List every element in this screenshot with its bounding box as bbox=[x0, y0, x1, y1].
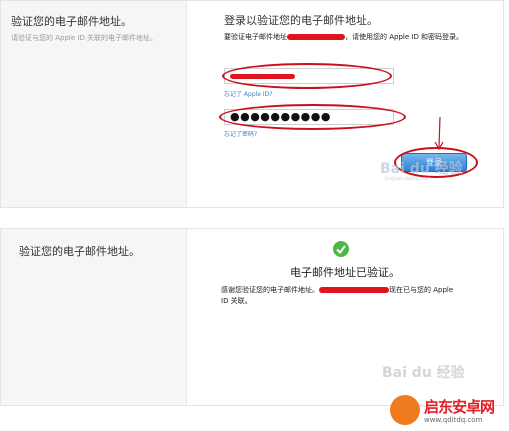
signin-description: 要验证电子邮件地址 ，请使用您的 Apple ID 和密码登录。 bbox=[224, 32, 469, 42]
logo-url: www.qditdq.com bbox=[424, 416, 483, 424]
verified-title: 电子邮件地址已验证。 bbox=[290, 266, 400, 279]
signin-sidebar: 验证您的电子邮件地址。 请验证与您的 Apple ID 关联的电子邮件地址。 bbox=[1, 1, 187, 207]
baidu-watermark: Bai du 经验 bbox=[380, 161, 463, 177]
verified-message: 感谢您验证您的电子邮件地址。 现在已与您的 Apple ID 关联。 bbox=[221, 285, 461, 307]
sidebar-subtitle: 请验证与您的 Apple ID 关联的电子邮件地址。 bbox=[11, 34, 158, 42]
baidu-watermark: Bai du 经验 bbox=[382, 365, 465, 381]
forgot-password-link[interactable]: 忘记了密码? bbox=[224, 129, 257, 138]
desc-text-start: 要验证电子邮件地址 bbox=[224, 33, 287, 41]
arrow-down-icon bbox=[434, 116, 444, 151]
check-circle-icon bbox=[333, 241, 349, 257]
baidu-watermark-url: jingyan.baidu.com bbox=[385, 176, 432, 182]
annotation-circle-password bbox=[219, 104, 406, 130]
redacted-email bbox=[319, 287, 389, 293]
annotation-circle-apple-id bbox=[222, 63, 392, 89]
logo-name: 启东安卓网 bbox=[424, 398, 495, 416]
site-logo: 启东安卓网 www.qditdq.com bbox=[390, 393, 509, 429]
signin-title: 登录以验证您的电子邮件地址。 bbox=[224, 14, 378, 27]
verified-sidebar: 验证您的电子邮件地址。 bbox=[1, 229, 187, 405]
desc-text-end: ，请使用您的 Apple ID 和密码登录。 bbox=[345, 33, 464, 41]
sidebar-title: 验证您的电子邮件地址。 bbox=[11, 15, 132, 28]
sidebar-title: 验证您的电子邮件地址。 bbox=[19, 245, 140, 258]
redacted-email bbox=[287, 34, 345, 40]
message-text-start: 感谢您验证您的电子邮件地址。 bbox=[221, 286, 319, 294]
forgot-apple-id-link[interactable]: 忘记了 Apple ID? bbox=[224, 89, 272, 98]
logo-mark-icon bbox=[390, 395, 420, 425]
